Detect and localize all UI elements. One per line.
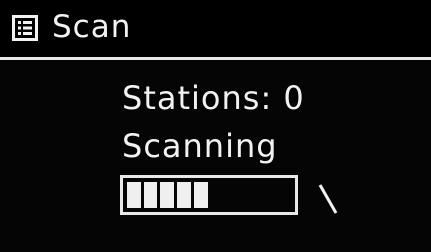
progress-segment xyxy=(127,182,141,208)
radio-display: Scan Stations: 0 Scanning xyxy=(0,0,431,252)
page-title: Scan xyxy=(52,9,132,45)
menu-list-icon xyxy=(12,15,38,41)
scan-progress-fill xyxy=(127,182,208,208)
progress-segment xyxy=(143,182,158,208)
progress-segment xyxy=(160,182,175,208)
scan-progress-bar xyxy=(120,175,298,215)
stations-count: Stations: 0 xyxy=(122,79,305,117)
busy-spinner-icon xyxy=(318,184,338,214)
progress-segment xyxy=(193,182,208,208)
scanning-status: Scanning xyxy=(122,127,278,165)
title-bar: Scan xyxy=(0,0,431,60)
progress-segment xyxy=(177,182,191,208)
